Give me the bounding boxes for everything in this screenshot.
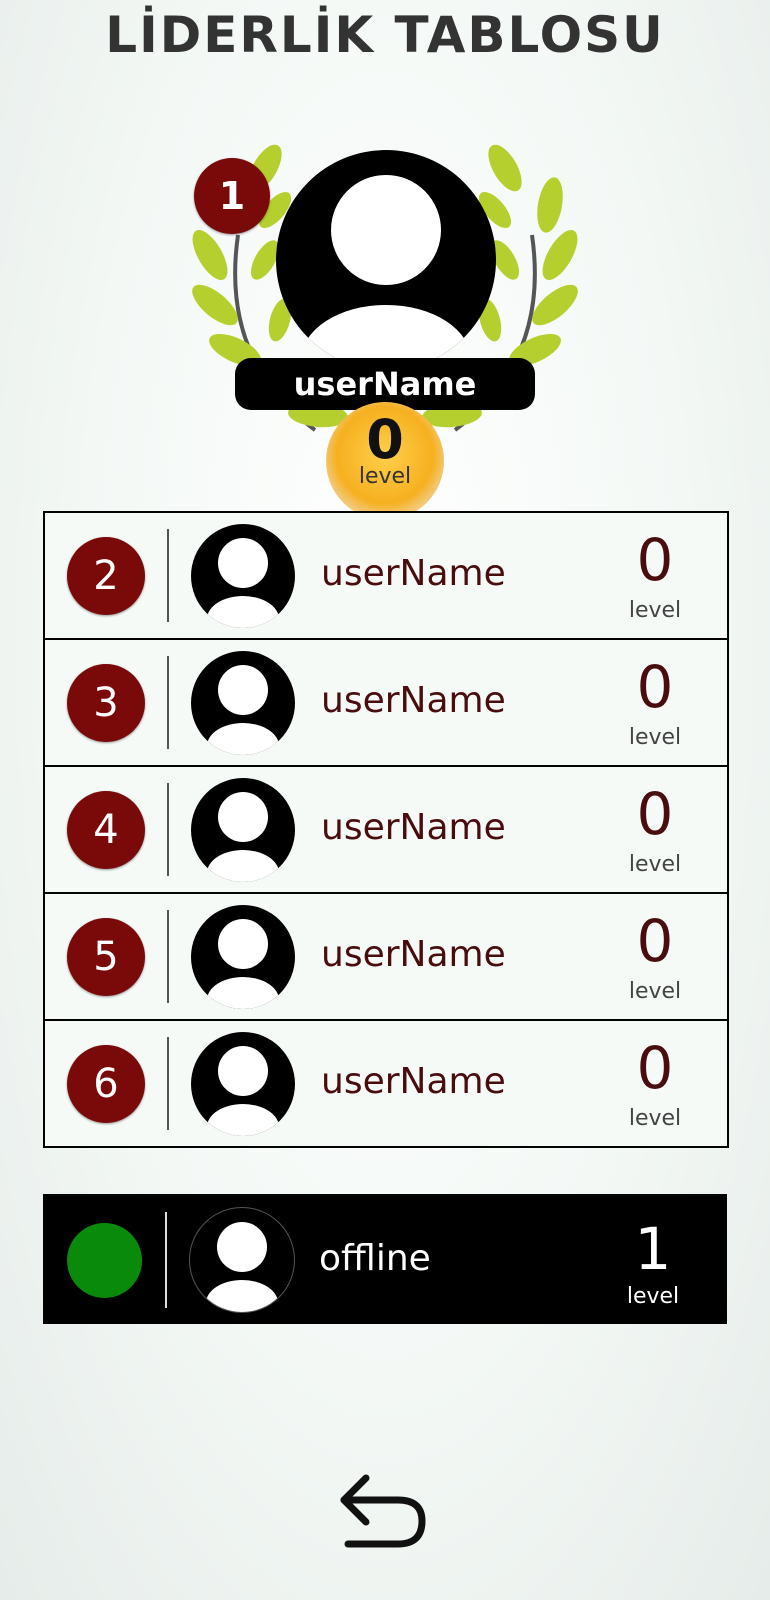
level-label: level <box>628 979 682 1004</box>
player-level: 0 <box>636 653 674 721</box>
player-name: userName <box>321 553 506 594</box>
divider <box>167 529 169 622</box>
rank-badge: 6 <box>67 1045 145 1123</box>
player-level: 0 <box>636 526 674 594</box>
user-avatar-icon <box>189 1207 295 1313</box>
current-user-status: offline <box>319 1238 431 1279</box>
level-label: level <box>628 852 682 877</box>
back-arrow-icon <box>340 1474 426 1548</box>
player-level: 0 <box>636 907 674 975</box>
user-avatar-icon <box>191 905 295 1009</box>
player-name: userName <box>321 1061 506 1102</box>
user-avatar-icon <box>191 651 295 755</box>
top-player-level-label: level <box>358 464 412 489</box>
level-coin-icon: 0 level <box>326 402 444 520</box>
player-level: 0 <box>636 1034 674 1102</box>
leaderboard-row[interactable]: 5 userName 0 level <box>45 894 727 1021</box>
rank-badge: 4 <box>67 791 145 869</box>
player-name: userName <box>321 807 506 848</box>
top-player-podium: 1 userName 0 level <box>0 140 770 520</box>
divider <box>167 910 169 1003</box>
current-user-level: 1 <box>634 1215 672 1283</box>
divider <box>167 1037 169 1130</box>
player-level: 0 <box>636 780 674 848</box>
level-label: level <box>628 1106 682 1131</box>
leaderboard-row[interactable]: 2 userName 0 level <box>45 513 727 640</box>
user-avatar-icon <box>191 778 295 882</box>
player-name: userName <box>321 680 506 721</box>
online-status-indicator <box>67 1223 142 1298</box>
rank-badge: 3 <box>67 664 145 742</box>
page-title: LİDERLİK TABLOSU <box>105 6 665 64</box>
top-player-avatar <box>276 150 496 370</box>
player-name: userName <box>321 934 506 975</box>
leaderboard-row[interactable]: 3 userName 0 level <box>45 640 727 767</box>
user-avatar-icon <box>191 1032 295 1136</box>
level-label: level <box>628 598 682 623</box>
level-label: level <box>626 1284 680 1309</box>
divider <box>167 783 169 876</box>
back-button[interactable] <box>336 1468 432 1552</box>
leaderboard-row[interactable]: 4 userName 0 level <box>45 767 727 894</box>
top-rank-badge: 1 <box>194 158 270 234</box>
top-player-level: 0 <box>366 408 404 471</box>
leaderboard-list: 2 userName 0 level 3 userName 0 level 4 … <box>43 511 729 1148</box>
rank-badge: 2 <box>67 537 145 615</box>
divider <box>167 656 169 749</box>
level-label: level <box>628 725 682 750</box>
divider <box>165 1212 167 1308</box>
rank-badge: 5 <box>67 918 145 996</box>
current-user-row: offline 1 level <box>43 1194 727 1324</box>
user-avatar-icon <box>191 524 295 628</box>
leaderboard-row[interactable]: 6 userName 0 level <box>45 1021 727 1148</box>
